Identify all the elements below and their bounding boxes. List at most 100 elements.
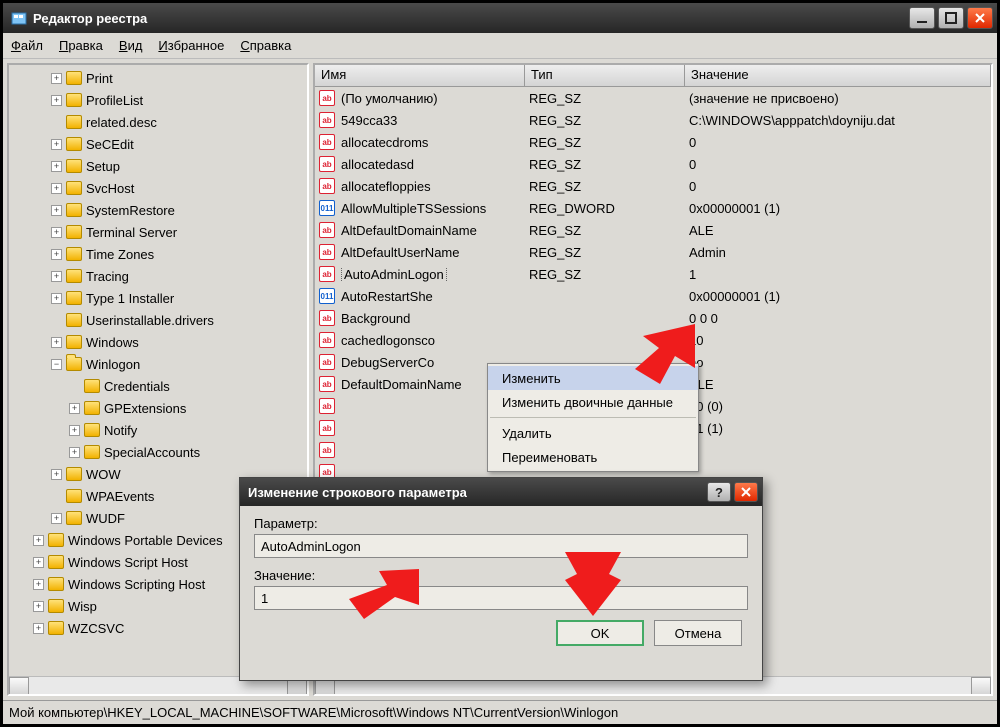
expand-icon[interactable]: + bbox=[51, 469, 62, 480]
list-row[interactable]: aballocatefloppiesREG_SZ0 bbox=[315, 175, 991, 197]
list-row[interactable]: abAltDefaultDomainNameREG_SZALE bbox=[315, 219, 991, 241]
minimize-button[interactable] bbox=[909, 7, 935, 29]
statusbar: Мой компьютер\HKEY_LOCAL_MACHINE\SOFTWAR… bbox=[3, 700, 997, 724]
menu-item[interactable]: Вид bbox=[119, 38, 143, 53]
dialog-title: Изменение строкового параметра bbox=[248, 485, 467, 500]
expand-icon[interactable]: + bbox=[33, 535, 44, 546]
expand-icon[interactable]: + bbox=[51, 227, 62, 238]
tree-node[interactable]: +Type 1 Installer bbox=[9, 287, 307, 309]
context-menu-item[interactable]: Изменить двоичные данные bbox=[488, 390, 698, 414]
value-name: allocatedasd bbox=[341, 157, 414, 172]
expand-icon[interactable]: + bbox=[69, 447, 80, 458]
list-row[interactable]: abAltDefaultUserNameREG_SZAdmin bbox=[315, 241, 991, 263]
value-data: 01 (1) bbox=[689, 421, 991, 436]
menu-item[interactable]: Справка bbox=[240, 38, 291, 53]
menu-item[interactable]: Правка bbox=[59, 38, 103, 53]
list-row[interactable]: 011AllowMultipleTSSessionsREG_DWORD0x000… bbox=[315, 197, 991, 219]
value-type: REG_SZ bbox=[529, 223, 689, 238]
value-type: REG_SZ bbox=[529, 91, 689, 106]
expand-icon[interactable]: + bbox=[51, 73, 62, 84]
tree-node[interactable]: −Winlogon bbox=[9, 353, 307, 375]
tree-label: related.desc bbox=[86, 115, 157, 130]
folder-icon bbox=[66, 489, 82, 503]
col-value[interactable]: Значение bbox=[685, 65, 991, 86]
tree-node[interactable]: +GPExtensions bbox=[9, 397, 307, 419]
expand-icon[interactable]: + bbox=[33, 601, 44, 612]
tree-node[interactable]: +Terminal Server bbox=[9, 221, 307, 243]
list-row[interactable]: aballocatedasdREG_SZ0 bbox=[315, 153, 991, 175]
tree-node[interactable]: +Windows bbox=[9, 331, 307, 353]
tree-label: SvcHost bbox=[86, 181, 134, 196]
tree-node[interactable]: +ProfileList bbox=[9, 89, 307, 111]
expand-icon[interactable]: + bbox=[69, 425, 80, 436]
expand-icon[interactable]: + bbox=[51, 513, 62, 524]
tree-node[interactable]: Userinstallable.drivers bbox=[9, 309, 307, 331]
expand-icon[interactable]: + bbox=[51, 337, 62, 348]
value-data: (значение не присвоено) bbox=[689, 91, 991, 106]
list-row[interactable]: 011AutoRestartShe0x00000001 (1) bbox=[315, 285, 991, 307]
value-type: REG_DWORD bbox=[529, 201, 689, 216]
value-data: ALE bbox=[689, 223, 991, 238]
expand-icon[interactable]: + bbox=[51, 161, 62, 172]
app-icon bbox=[11, 10, 27, 26]
expand-icon[interactable]: + bbox=[51, 95, 62, 106]
tree-node[interactable]: +SystemRestore bbox=[9, 199, 307, 221]
context-menu-item[interactable]: Переименовать bbox=[488, 445, 698, 469]
string-icon: ab bbox=[319, 376, 335, 392]
value-type: REG_SZ bbox=[529, 113, 689, 128]
value-data: 0 bbox=[689, 135, 991, 150]
tree-node[interactable]: + SvcHost bbox=[9, 177, 307, 199]
string-icon: ab bbox=[319, 244, 335, 260]
col-type[interactable]: Тип bbox=[525, 65, 685, 86]
tree-node[interactable]: Credentials bbox=[9, 375, 307, 397]
expand-icon[interactable]: + bbox=[51, 139, 62, 150]
menu-item[interactable]: Избранное bbox=[158, 38, 224, 53]
folder-icon bbox=[66, 357, 82, 371]
list-row[interactable]: abAutoAdminLogonREG_SZ1 bbox=[315, 263, 991, 285]
expand-icon[interactable]: + bbox=[33, 623, 44, 634]
col-name[interactable]: Имя bbox=[315, 65, 525, 86]
string-icon: ab bbox=[319, 310, 335, 326]
value-name: DefaultDomainName bbox=[341, 377, 462, 392]
maximize-button[interactable] bbox=[938, 7, 964, 29]
expand-icon[interactable]: + bbox=[51, 183, 62, 194]
expand-icon[interactable]: + bbox=[33, 557, 44, 568]
tree-node[interactable]: +Notify bbox=[9, 419, 307, 441]
list-row[interactable]: aballocatecdromsREG_SZ0 bbox=[315, 131, 991, 153]
expand-icon[interactable]: + bbox=[69, 403, 80, 414]
menu-item[interactable]: Файл bbox=[11, 38, 43, 53]
tree-node[interactable]: +Tracing bbox=[9, 265, 307, 287]
expand-icon[interactable]: + bbox=[51, 205, 62, 216]
list-row[interactable]: ab(По умолчанию)REG_SZ(значение не присв… bbox=[315, 87, 991, 109]
collapse-icon[interactable]: − bbox=[51, 359, 62, 370]
expand-icon[interactable]: + bbox=[51, 271, 62, 282]
context-menu-item[interactable]: Удалить bbox=[488, 421, 698, 445]
folder-icon bbox=[84, 445, 100, 459]
tree-node[interactable]: +Time Zones bbox=[9, 243, 307, 265]
tree-node[interactable]: + SeCEdit bbox=[9, 133, 307, 155]
expand-icon[interactable]: + bbox=[51, 249, 62, 260]
expand-icon[interactable]: + bbox=[51, 293, 62, 304]
value-input[interactable] bbox=[254, 586, 748, 610]
tree-node[interactable]: +Print bbox=[9, 67, 307, 89]
cancel-button[interactable]: Отмена bbox=[654, 620, 742, 646]
dword-icon: 011 bbox=[319, 200, 335, 216]
expand-icon[interactable]: + bbox=[33, 579, 44, 590]
list-row[interactable]: ab549cca33REG_SZC:\WINDOWS\apppatch\doyn… bbox=[315, 109, 991, 131]
spacer bbox=[51, 117, 62, 128]
tree-node[interactable]: related.desc bbox=[9, 111, 307, 133]
param-label: Параметр: bbox=[254, 516, 748, 531]
ok-button[interactable]: OK bbox=[556, 620, 644, 646]
string-icon: ab bbox=[319, 442, 335, 458]
dialog-help-button[interactable]: ? bbox=[707, 482, 731, 502]
close-button[interactable] bbox=[967, 7, 993, 29]
dialog-close-button[interactable] bbox=[734, 482, 758, 502]
tree-node[interactable]: +SpecialAccounts bbox=[9, 441, 307, 463]
tree-node[interactable]: + Setup bbox=[9, 155, 307, 177]
value-data: Admin bbox=[689, 245, 991, 260]
value-type: REG_SZ bbox=[529, 135, 689, 150]
folder-icon bbox=[66, 247, 82, 261]
tree-label: SeCEdit bbox=[86, 137, 134, 152]
param-input bbox=[254, 534, 748, 558]
tree-label: Setup bbox=[86, 159, 120, 174]
